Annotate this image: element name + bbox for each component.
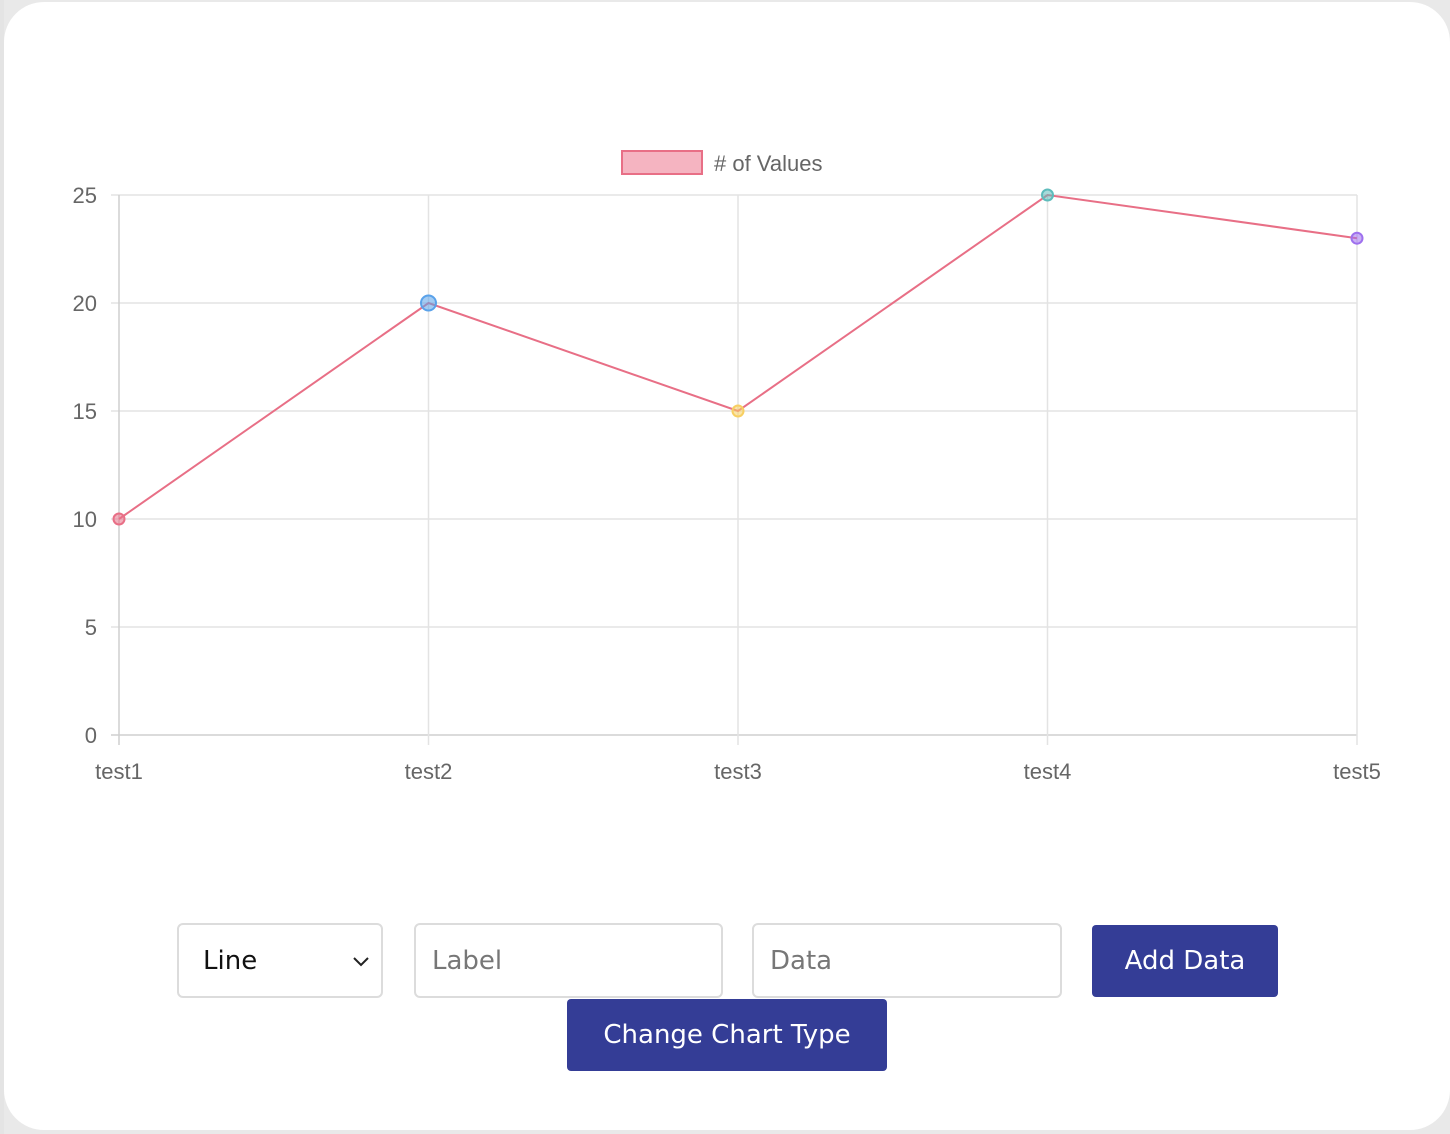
- legend[interactable]: # of Values: [621, 150, 822, 176]
- label-input[interactable]: Label: [414, 923, 723, 998]
- legend-label[interactable]: # of Values: [714, 151, 822, 176]
- data-point[interactable]: [112, 512, 126, 526]
- chart-type-select[interactable]: Line: [177, 923, 383, 998]
- x-tick-label: test5: [1333, 759, 1381, 784]
- x-tick-label: test4: [1024, 759, 1072, 784]
- y-tick-label: 10: [73, 507, 97, 532]
- change-chart-type-button[interactable]: Change Chart Type: [567, 999, 887, 1071]
- x-tick-label: test2: [405, 759, 453, 784]
- y-tick-label: 20: [73, 291, 97, 316]
- data-point[interactable]: [420, 294, 437, 312]
- add-data-button[interactable]: Add Data: [1092, 925, 1278, 997]
- y-tick-label: 25: [73, 183, 97, 208]
- axes: 0 5 10 15 20 25 test1 test2 test3 test4 test5: [73, 183, 1381, 784]
- chevron-down-icon: [353, 957, 369, 967]
- grid-lines: [111, 194, 1358, 745]
- y-tick-label: 0: [85, 723, 97, 748]
- label-input-placeholder: Label: [432, 945, 503, 976]
- legend-swatch: [621, 150, 703, 175]
- y-tick-label: 15: [73, 399, 97, 424]
- data-point[interactable]: [731, 404, 745, 418]
- data-point[interactable]: [1350, 231, 1364, 245]
- x-tick-label: test1: [95, 759, 143, 784]
- data-input[interactable]: Data: [752, 923, 1062, 998]
- data-input-placeholder: Data: [770, 945, 833, 976]
- chart-type-selected-value: Line: [203, 945, 258, 976]
- x-tick-label: test3: [714, 759, 762, 784]
- y-tick-label: 5: [85, 615, 97, 640]
- data-point[interactable]: [1041, 188, 1054, 202]
